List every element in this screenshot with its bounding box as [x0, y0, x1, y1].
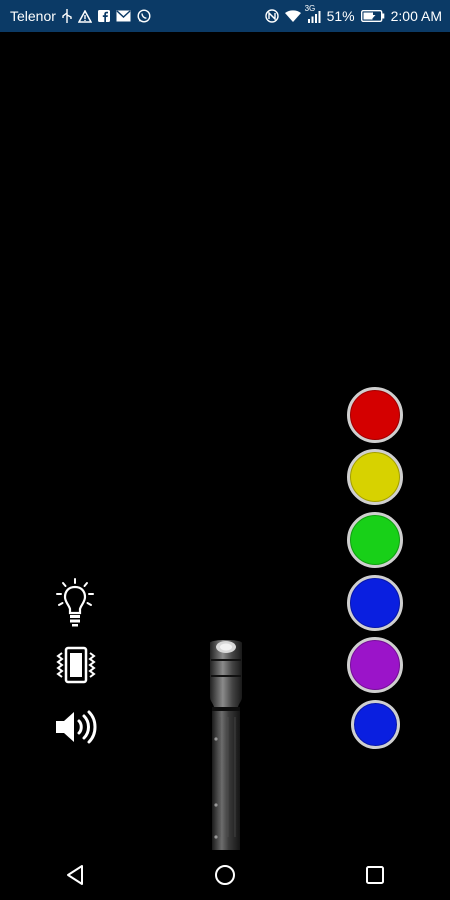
- status-bar-right: 3G 51% 2:00 AM: [264, 4, 442, 24]
- color-purple-button[interactable]: [347, 637, 403, 693]
- color-blue-button[interactable]: [347, 575, 403, 631]
- color-green-button[interactable]: [347, 512, 403, 568]
- whatsapp-icon: [137, 9, 151, 23]
- recents-icon[interactable]: [355, 855, 395, 895]
- mail-icon: [116, 10, 131, 22]
- signal-icon: 3G: [305, 4, 321, 23]
- nfc-icon: [264, 9, 279, 23]
- color-yellow-button[interactable]: [347, 449, 403, 505]
- carrier-name: Telenor: [10, 8, 56, 24]
- back-icon[interactable]: [55, 855, 95, 895]
- warning-icon: [77, 9, 92, 23]
- battery-icon: [360, 10, 385, 22]
- color-blue-button-2[interactable]: [351, 700, 400, 749]
- flashlight-image[interactable]: [206, 637, 246, 852]
- usb-icon: [62, 9, 72, 23]
- navigation-bar: [0, 850, 450, 900]
- wifi-icon: [284, 9, 301, 23]
- color-red-button[interactable]: [347, 387, 403, 443]
- vibrate-icon[interactable]: [56, 645, 96, 685]
- facebook-icon: [97, 10, 110, 22]
- home-icon[interactable]: [205, 855, 245, 895]
- battery-percentage: 51%: [326, 8, 355, 24]
- light-bulb-icon[interactable]: [54, 578, 96, 628]
- status-bar-left: Telenor: [10, 8, 151, 24]
- clock: 2:00 AM: [390, 8, 442, 24]
- speaker-icon[interactable]: [54, 707, 98, 747]
- network-type: 3G: [304, 3, 316, 13]
- status-bar: Telenor 3G 51% 2:00 AM: [0, 0, 450, 32]
